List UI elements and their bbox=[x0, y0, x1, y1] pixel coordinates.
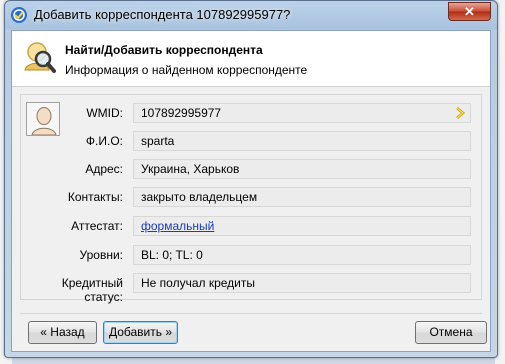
contacts-value: закрыто владельцем bbox=[141, 190, 258, 204]
webmoney-icon bbox=[11, 7, 27, 23]
credit-status-label: Кредитный статус: bbox=[61, 276, 123, 304]
address-value: Украина, Харьков bbox=[141, 162, 240, 176]
window-title: Добавить корреспондента 107892995977? bbox=[34, 7, 291, 22]
attestat-link[interactable]: формальный bbox=[141, 219, 214, 233]
attestat-label: Аттестат: bbox=[71, 219, 123, 233]
credit-status-value: Не получал кредиты bbox=[141, 276, 256, 290]
footer-divider bbox=[20, 313, 482, 314]
dialog-client-area: Найти/Добавить корреспондента Информация… bbox=[11, 30, 491, 352]
levels-value: BL: 0; TL: 0 bbox=[141, 248, 203, 262]
close-button[interactable]: ✕ bbox=[448, 2, 491, 21]
header-panel: Найти/Добавить корреспондента Информация… bbox=[12, 31, 490, 87]
header-title: Найти/Добавить корреспондента bbox=[65, 43, 263, 57]
attestat-field: формальный bbox=[133, 216, 471, 236]
title-bar[interactable]: Добавить корреспондента 107892995977? ✕ bbox=[5, 1, 497, 29]
fio-value: sparta bbox=[141, 134, 175, 148]
contacts-label: Контакты: bbox=[67, 190, 123, 204]
fio-label: Ф.И.О: bbox=[85, 134, 123, 148]
dialog-window: Добавить корреспондента 107892995977? ✕ … bbox=[4, 0, 498, 358]
address-label: Адрес: bbox=[85, 162, 123, 176]
cancel-button[interactable]: Отмена bbox=[415, 321, 487, 344]
contacts-field: закрыто владельцем bbox=[133, 187, 471, 207]
correspondent-info-panel: WMID: 107892995977 Ф.И.О: sparta Адрес: … bbox=[20, 94, 482, 304]
credit-status-field: Не получал кредиты bbox=[133, 273, 471, 293]
add-button[interactable]: Добавить » bbox=[103, 321, 178, 344]
address-field: Украина, Харьков bbox=[133, 159, 471, 179]
levels-label: Уровни: bbox=[79, 248, 123, 262]
header-subtitle: Информация о найденном корреспонденте bbox=[65, 63, 308, 77]
fio-field: sparta bbox=[133, 131, 471, 151]
search-person-icon bbox=[24, 42, 56, 73]
wmid-field: 107892995977 bbox=[133, 103, 471, 123]
wmid-value: 107892995977 bbox=[141, 106, 222, 120]
wmid-label: WMID: bbox=[86, 106, 123, 120]
levels-field: BL: 0; TL: 0 bbox=[133, 245, 471, 265]
chevron-right-icon[interactable] bbox=[453, 106, 467, 120]
back-button[interactable]: « Назад bbox=[28, 321, 97, 344]
